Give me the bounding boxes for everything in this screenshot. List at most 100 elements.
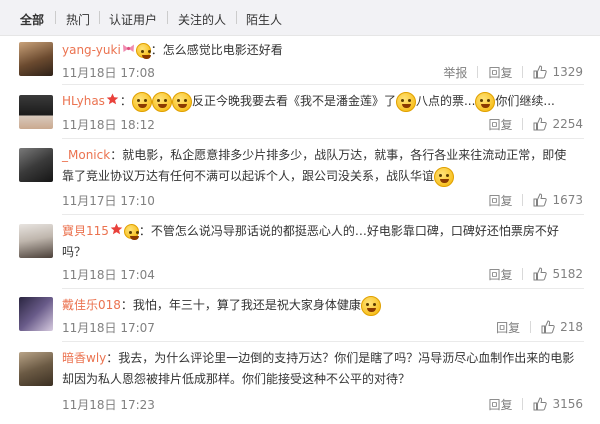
tab-following[interactable]: 关注的人 <box>178 11 226 28</box>
like-count: 3156 <box>552 397 583 411</box>
comment-divider <box>62 288 584 289</box>
thumbs-up-icon <box>533 397 548 411</box>
comment-meta: 11月18日 17:08 举报 回复 1329 <box>62 63 600 81</box>
like-count: 1673 <box>552 193 583 207</box>
laughing-emoji-icon <box>395 91 416 112</box>
like-count: 218 <box>560 320 583 334</box>
comment-text: 寶貝115 ：不管怎么说冯导那话说的都挺恶心人的…好电影靠口碑，口碑好还怕票房不好… <box>62 221 578 263</box>
star-icon <box>106 91 119 112</box>
laughing-emoji-icon <box>475 91 496 112</box>
action-divider <box>477 66 479 78</box>
tab-divider <box>55 11 56 24</box>
comment-time: 11月18日 17:04 <box>62 268 155 282</box>
comment-meta: 11月18日 17:07 回复 218 <box>62 318 600 336</box>
comment-actions: 举报 回复 1329 <box>443 63 583 81</box>
action-divider <box>522 66 524 78</box>
comment-time: 11月18日 17:07 <box>62 321 155 335</box>
tab-divider <box>167 11 168 24</box>
comment-body: ：我去，为什么评论里一边倒的支持万达？你们是瞎了吗？冯导沥尽心血制作出来的电影却… <box>62 351 575 386</box>
comment-text: 暗香wly：我去，为什么评论里一边倒的支持万达？你们是瞎了吗？冯导沥尽心血制作出… <box>62 348 578 390</box>
comment-actions: 回复 3156 <box>488 395 583 413</box>
comment-divider <box>62 214 584 215</box>
reply-button[interactable]: 回复 <box>488 192 512 209</box>
comment-text: 戴佳乐018：我怕，年三十，算了我还是祝大家身体健康 <box>62 295 578 316</box>
comment-body: ：就电影，私企愿意排多少片排多少，战队万达，就事，各行各业来往流动正常，即使靠了… <box>62 148 567 183</box>
thumbs-up-icon <box>533 193 548 207</box>
thumbs-up-icon <box>541 320 555 334</box>
reply-button[interactable]: 回复 <box>488 396 512 413</box>
comment-time: 11月18日 18:12 <box>62 118 155 132</box>
action-divider <box>522 268 524 280</box>
avatar[interactable] <box>19 42 53 76</box>
avatar[interactable] <box>19 148 53 182</box>
username[interactable]: 寶貝115 <box>62 224 109 238</box>
username[interactable]: _Monick <box>62 148 110 162</box>
comment-body: ：我怕，年三十，算了我还是祝大家身体健康 <box>120 298 361 312</box>
avatar[interactable] <box>19 352 53 386</box>
laughing-emoji-icon <box>131 91 152 112</box>
action-divider <box>522 398 524 410</box>
avatar[interactable] <box>19 297 53 331</box>
username[interactable]: 戴佳乐018 <box>62 298 121 312</box>
laughing-emoji-icon <box>151 91 172 112</box>
comment-actions: 回复 2254 <box>488 115 583 133</box>
comment-divider <box>62 84 584 85</box>
comment-time: 11月18日 17:23 <box>62 398 155 412</box>
comment-meta: 11月17日 17:10 回复 1673 <box>62 191 600 209</box>
comment-body: 反正今晚我要去看《我不是潘金莲》了 <box>191 94 396 108</box>
tab-strangers[interactable]: 陌生人 <box>246 11 282 28</box>
tab-divider <box>99 11 100 24</box>
comment-text: yang-yuki ：怎么感觉比电影还好看 <box>62 40 578 61</box>
thumbs-up-icon <box>533 65 548 79</box>
like-button[interactable]: 1329 <box>533 65 583 79</box>
comment-time: 11月17日 17:10 <box>62 194 155 208</box>
username[interactable]: yang-yuki <box>62 43 121 57</box>
action-divider <box>522 118 524 130</box>
tab-divider <box>236 11 237 24</box>
like-count: 5182 <box>552 267 583 281</box>
reply-button[interactable]: 回复 <box>488 266 512 283</box>
comment-body: 八点的票... <box>415 94 476 108</box>
comment-actions: 回复 218 <box>496 318 583 336</box>
reply-button[interactable]: 回复 <box>488 116 512 133</box>
reply-button[interactable]: 回复 <box>496 319 520 336</box>
doge-emoji-icon <box>360 295 381 316</box>
username[interactable]: 暗香wly <box>62 351 106 365</box>
like-button[interactable]: 5182 <box>533 267 583 281</box>
like-button[interactable]: 218 <box>541 320 583 334</box>
username[interactable]: HLyhas <box>62 94 105 108</box>
gold-bean-icon <box>123 224 139 240</box>
like-button[interactable]: 1673 <box>533 193 583 207</box>
like-count: 1329 <box>552 65 583 79</box>
tab-hot[interactable]: 热门 <box>66 11 90 28</box>
comment-text: HLyhas ： 反正今晚我要去看《我不是潘金莲》了 八点的票... 你们继续... <box>62 91 578 112</box>
star-icon <box>110 221 123 242</box>
comment-meta: 11月18日 18:12 回复 2254 <box>62 115 600 133</box>
thumbs-up-icon <box>533 267 548 281</box>
like-count: 2254 <box>552 117 583 131</box>
comment-meta: 11月18日 17:23 回复 3156 <box>62 395 600 413</box>
laughing-emoji-icon <box>171 91 192 112</box>
action-divider <box>522 194 524 206</box>
comment-divider <box>62 138 584 139</box>
comment-actions: 回复 5182 <box>488 265 583 283</box>
thumbs-up-icon <box>533 117 548 131</box>
like-button[interactable]: 2254 <box>533 117 583 131</box>
bow-icon <box>122 40 135 61</box>
tab-all[interactable]: 全部 <box>20 11 44 28</box>
comment-body: ： <box>119 94 132 108</box>
comment-actions: 回复 1673 <box>488 191 583 209</box>
reply-button[interactable]: 回复 <box>488 64 512 81</box>
tab-verified[interactable]: 认证用户 <box>109 11 157 28</box>
comment-meta: 11月18日 17:04 回复 5182 <box>62 265 600 283</box>
comment-divider <box>62 341 584 342</box>
filter-tabs: 全部 热门 认证用户 关注的人 陌生人 <box>0 0 600 36</box>
report-button[interactable]: 举报 <box>443 64 467 81</box>
comment-text: _Monick：就电影，私企愿意排多少片排多少，战队万达，就事，各行各业来往流动… <box>62 145 578 187</box>
avatar[interactable] <box>19 95 53 129</box>
sweat-emoji-icon <box>434 166 455 187</box>
comment-body: ：怎么感觉比电影还好看 <box>150 43 283 57</box>
avatar[interactable] <box>19 224 53 258</box>
action-divider <box>530 321 532 333</box>
like-button[interactable]: 3156 <box>533 397 583 411</box>
